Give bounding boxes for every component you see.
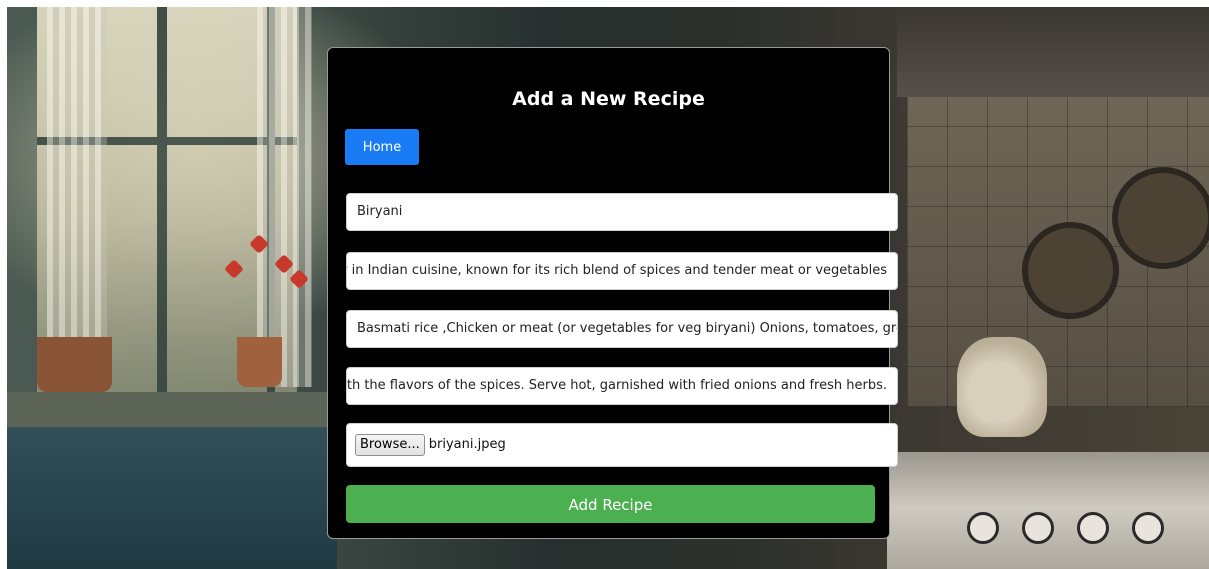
recipe-ingredients-value: Basmati rice ,Chicken or meat (or vegeta… [357,321,898,336]
recipe-instructions-input[interactable]: with the flavors of the spices. Serve ho… [346,367,898,405]
recipe-description-input[interactable]: ar in Indian cuisine, known for its rich… [346,252,898,290]
recipe-instructions-value: with the flavors of the spices. Serve ho… [346,378,887,393]
recipe-name-value: Biryani [357,204,403,219]
recipe-name-input[interactable]: Biryani [346,193,898,231]
recipe-ingredients-input[interactable]: Basmati rice ,Chicken or meat (or vegeta… [346,310,898,348]
selected-file-name: briyani.jpeg [428,437,506,452]
add-recipe-button[interactable]: Add Recipe [346,485,875,523]
browse-button[interactable]: Browse... [355,434,425,456]
add-recipe-card: Add a New Recipe Home Biryani ar in Indi… [327,47,898,539]
recipe-description-value: ar in Indian cuisine, known for its rich… [346,263,887,278]
recipe-image-file-input[interactable]: Browse... briyani.jpeg [346,423,898,467]
home-button[interactable]: Home [345,129,419,165]
page-title: Add a New Recipe [512,88,705,110]
